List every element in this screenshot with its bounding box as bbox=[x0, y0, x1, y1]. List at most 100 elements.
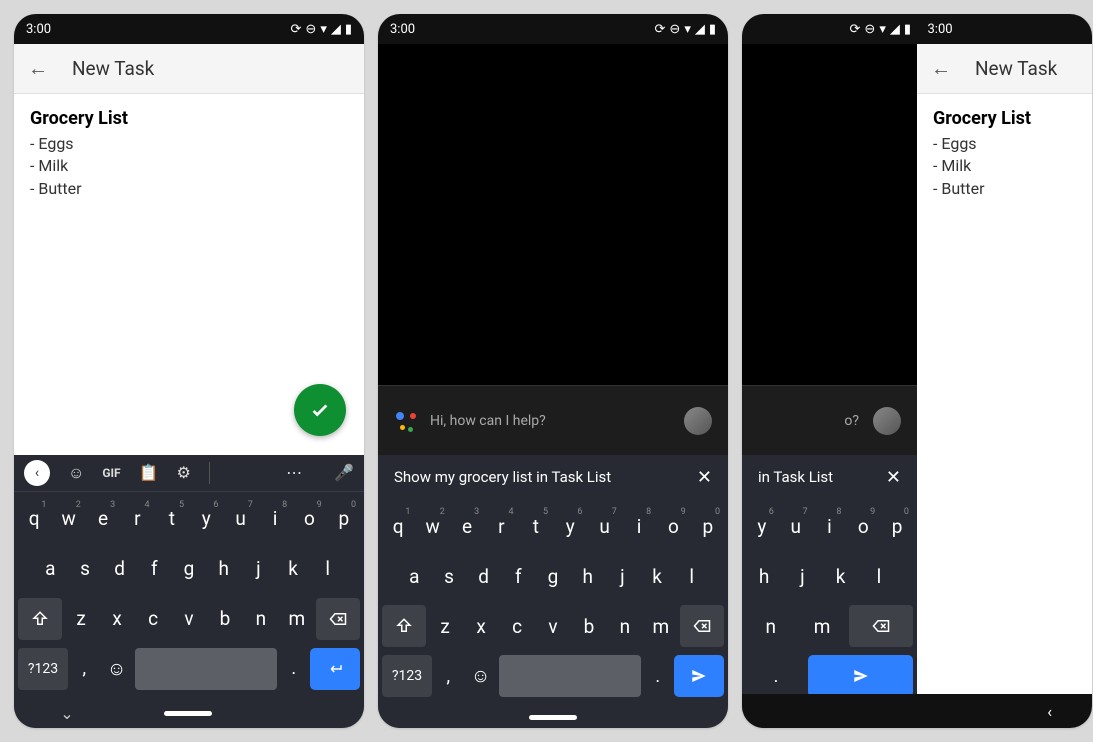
key-u[interactable]: u7 bbox=[780, 505, 812, 547]
settings-icon[interactable]: ⚙ bbox=[177, 463, 191, 482]
assistant-prompt-row[interactable]: o? bbox=[742, 385, 917, 455]
key-u[interactable]: u7 bbox=[224, 498, 256, 540]
assistant-query-text[interactable]: Show my grocery list in Task List bbox=[394, 468, 611, 486]
key-m[interactable]: m bbox=[280, 598, 314, 640]
key-b[interactable]: b bbox=[572, 605, 606, 647]
key-j[interactable]: j bbox=[784, 555, 820, 597]
key-a[interactable]: a bbox=[34, 548, 67, 590]
key-x[interactable]: x bbox=[100, 598, 134, 640]
key-y[interactable]: y6 bbox=[190, 498, 222, 540]
space-key[interactable] bbox=[499, 655, 642, 697]
key-k[interactable]: k bbox=[823, 555, 859, 597]
fab-confirm-button[interactable] bbox=[294, 384, 346, 436]
user-avatar[interactable] bbox=[873, 407, 901, 435]
key-c[interactable]: c bbox=[500, 605, 534, 647]
close-icon[interactable]: ✕ bbox=[697, 467, 712, 488]
key-u[interactable]: u7 bbox=[588, 505, 620, 547]
backspace-key[interactable] bbox=[316, 598, 360, 640]
key-p[interactable]: p0 bbox=[881, 505, 913, 547]
key-h[interactable]: h bbox=[746, 555, 782, 597]
emoji-key[interactable]: ☺ bbox=[101, 648, 133, 690]
key-q[interactable]: q1 bbox=[18, 498, 50, 540]
backspace-key[interactable] bbox=[849, 605, 913, 647]
key-i[interactable]: i8 bbox=[814, 505, 846, 547]
comma-key[interactable]: , bbox=[70, 648, 99, 690]
keyboard[interactable]: q1w2e3r4t5y6u7i8o9p0 asdfghjkl zxcvbnm ?… bbox=[378, 499, 728, 728]
symbols-key[interactable]: ?123 bbox=[18, 648, 68, 690]
keyboard[interactable]: ‹ ☺ GIF 📋 ⚙ ⋯ 🎤 q1w2e3r4t5y6u7i8o9p0 asd… bbox=[14, 455, 364, 728]
key-l[interactable]: l bbox=[675, 555, 708, 597]
period-key[interactable]: . bbox=[279, 648, 308, 690]
key-t[interactable]: t5 bbox=[156, 498, 188, 540]
enter-key[interactable] bbox=[310, 648, 360, 690]
back-arrow-icon[interactable]: ← bbox=[931, 56, 951, 81]
key-t[interactable]: t5 bbox=[520, 505, 552, 547]
key-g[interactable]: g bbox=[537, 555, 570, 597]
nav-back-icon[interactable]: ‹ bbox=[1047, 702, 1052, 721]
key-j[interactable]: j bbox=[606, 555, 639, 597]
user-avatar[interactable] bbox=[684, 407, 712, 435]
key-f[interactable]: f bbox=[502, 555, 535, 597]
key-k[interactable]: k bbox=[641, 555, 674, 597]
sticker-icon[interactable]: ☺ bbox=[68, 463, 84, 483]
emoji-key[interactable]: ☺ bbox=[465, 655, 497, 697]
key-i[interactable]: i8 bbox=[623, 505, 655, 547]
key-w[interactable]: w2 bbox=[416, 505, 448, 547]
send-key[interactable] bbox=[808, 655, 913, 697]
period-key[interactable]: . bbox=[746, 655, 806, 697]
shift-key[interactable] bbox=[382, 605, 426, 647]
gif-button[interactable]: GIF bbox=[102, 466, 120, 480]
key-o[interactable]: o9 bbox=[657, 505, 689, 547]
key-w[interactable]: w2 bbox=[52, 498, 84, 540]
key-s[interactable]: s bbox=[433, 555, 466, 597]
send-key[interactable] bbox=[674, 655, 724, 697]
key-d[interactable]: d bbox=[467, 555, 500, 597]
key-z[interactable]: z bbox=[64, 598, 98, 640]
key-p[interactable]: p0 bbox=[692, 505, 724, 547]
key-h[interactable]: h bbox=[207, 548, 240, 590]
back-arrow-icon[interactable]: ← bbox=[28, 56, 48, 81]
key-g[interactable]: g bbox=[173, 548, 206, 590]
key-j[interactable]: j bbox=[242, 548, 275, 590]
key-y[interactable]: y6 bbox=[554, 505, 586, 547]
key-e[interactable]: e3 bbox=[87, 498, 119, 540]
key-r[interactable]: r4 bbox=[121, 498, 153, 540]
key-m[interactable]: m bbox=[644, 605, 678, 647]
key-r[interactable]: r4 bbox=[485, 505, 517, 547]
key-d[interactable]: d bbox=[103, 548, 136, 590]
key-n[interactable]: n bbox=[608, 605, 642, 647]
key-z[interactable]: z bbox=[428, 605, 462, 647]
key-q[interactable]: q1 bbox=[382, 505, 414, 547]
key-m[interactable]: m bbox=[797, 605, 846, 647]
mic-icon[interactable]: 🎤 bbox=[334, 463, 354, 482]
comma-key[interactable]: , bbox=[434, 655, 463, 697]
key-o[interactable]: o9 bbox=[293, 498, 325, 540]
clipboard-icon[interactable]: 📋 bbox=[139, 463, 159, 482]
key-v[interactable]: v bbox=[536, 605, 570, 647]
key-s[interactable]: s bbox=[69, 548, 102, 590]
assistant-query-text[interactable]: in Task List bbox=[758, 468, 833, 486]
note-content[interactable]: Grocery List - Eggs - Milk - Butter bbox=[14, 94, 364, 454]
space-key[interactable] bbox=[135, 648, 278, 690]
nav-home-pill[interactable] bbox=[164, 711, 212, 716]
key-p[interactable]: p0 bbox=[328, 498, 360, 540]
key-b[interactable]: b bbox=[208, 598, 242, 640]
nav-home-pill[interactable] bbox=[529, 715, 577, 720]
key-c[interactable]: c bbox=[136, 598, 170, 640]
key-n[interactable]: n bbox=[746, 605, 795, 647]
assistant-prompt-row[interactable]: Hi, how can I help? bbox=[378, 385, 728, 455]
key-k[interactable]: k bbox=[277, 548, 310, 590]
key-n[interactable]: n bbox=[244, 598, 278, 640]
more-icon[interactable]: ⋯ bbox=[286, 463, 304, 482]
key-o[interactable]: o9 bbox=[847, 505, 879, 547]
key-l[interactable]: l bbox=[861, 555, 897, 597]
key-x[interactable]: x bbox=[464, 605, 498, 647]
key-f[interactable]: f bbox=[138, 548, 171, 590]
nav-back-icon[interactable]: ⌄ bbox=[60, 704, 73, 723]
key-a[interactable]: a bbox=[398, 555, 431, 597]
key-v[interactable]: v bbox=[172, 598, 206, 640]
backspace-key[interactable] bbox=[680, 605, 724, 647]
symbols-key[interactable]: ?123 bbox=[382, 655, 432, 697]
key-i[interactable]: i8 bbox=[259, 498, 291, 540]
key-h[interactable]: h bbox=[571, 555, 604, 597]
